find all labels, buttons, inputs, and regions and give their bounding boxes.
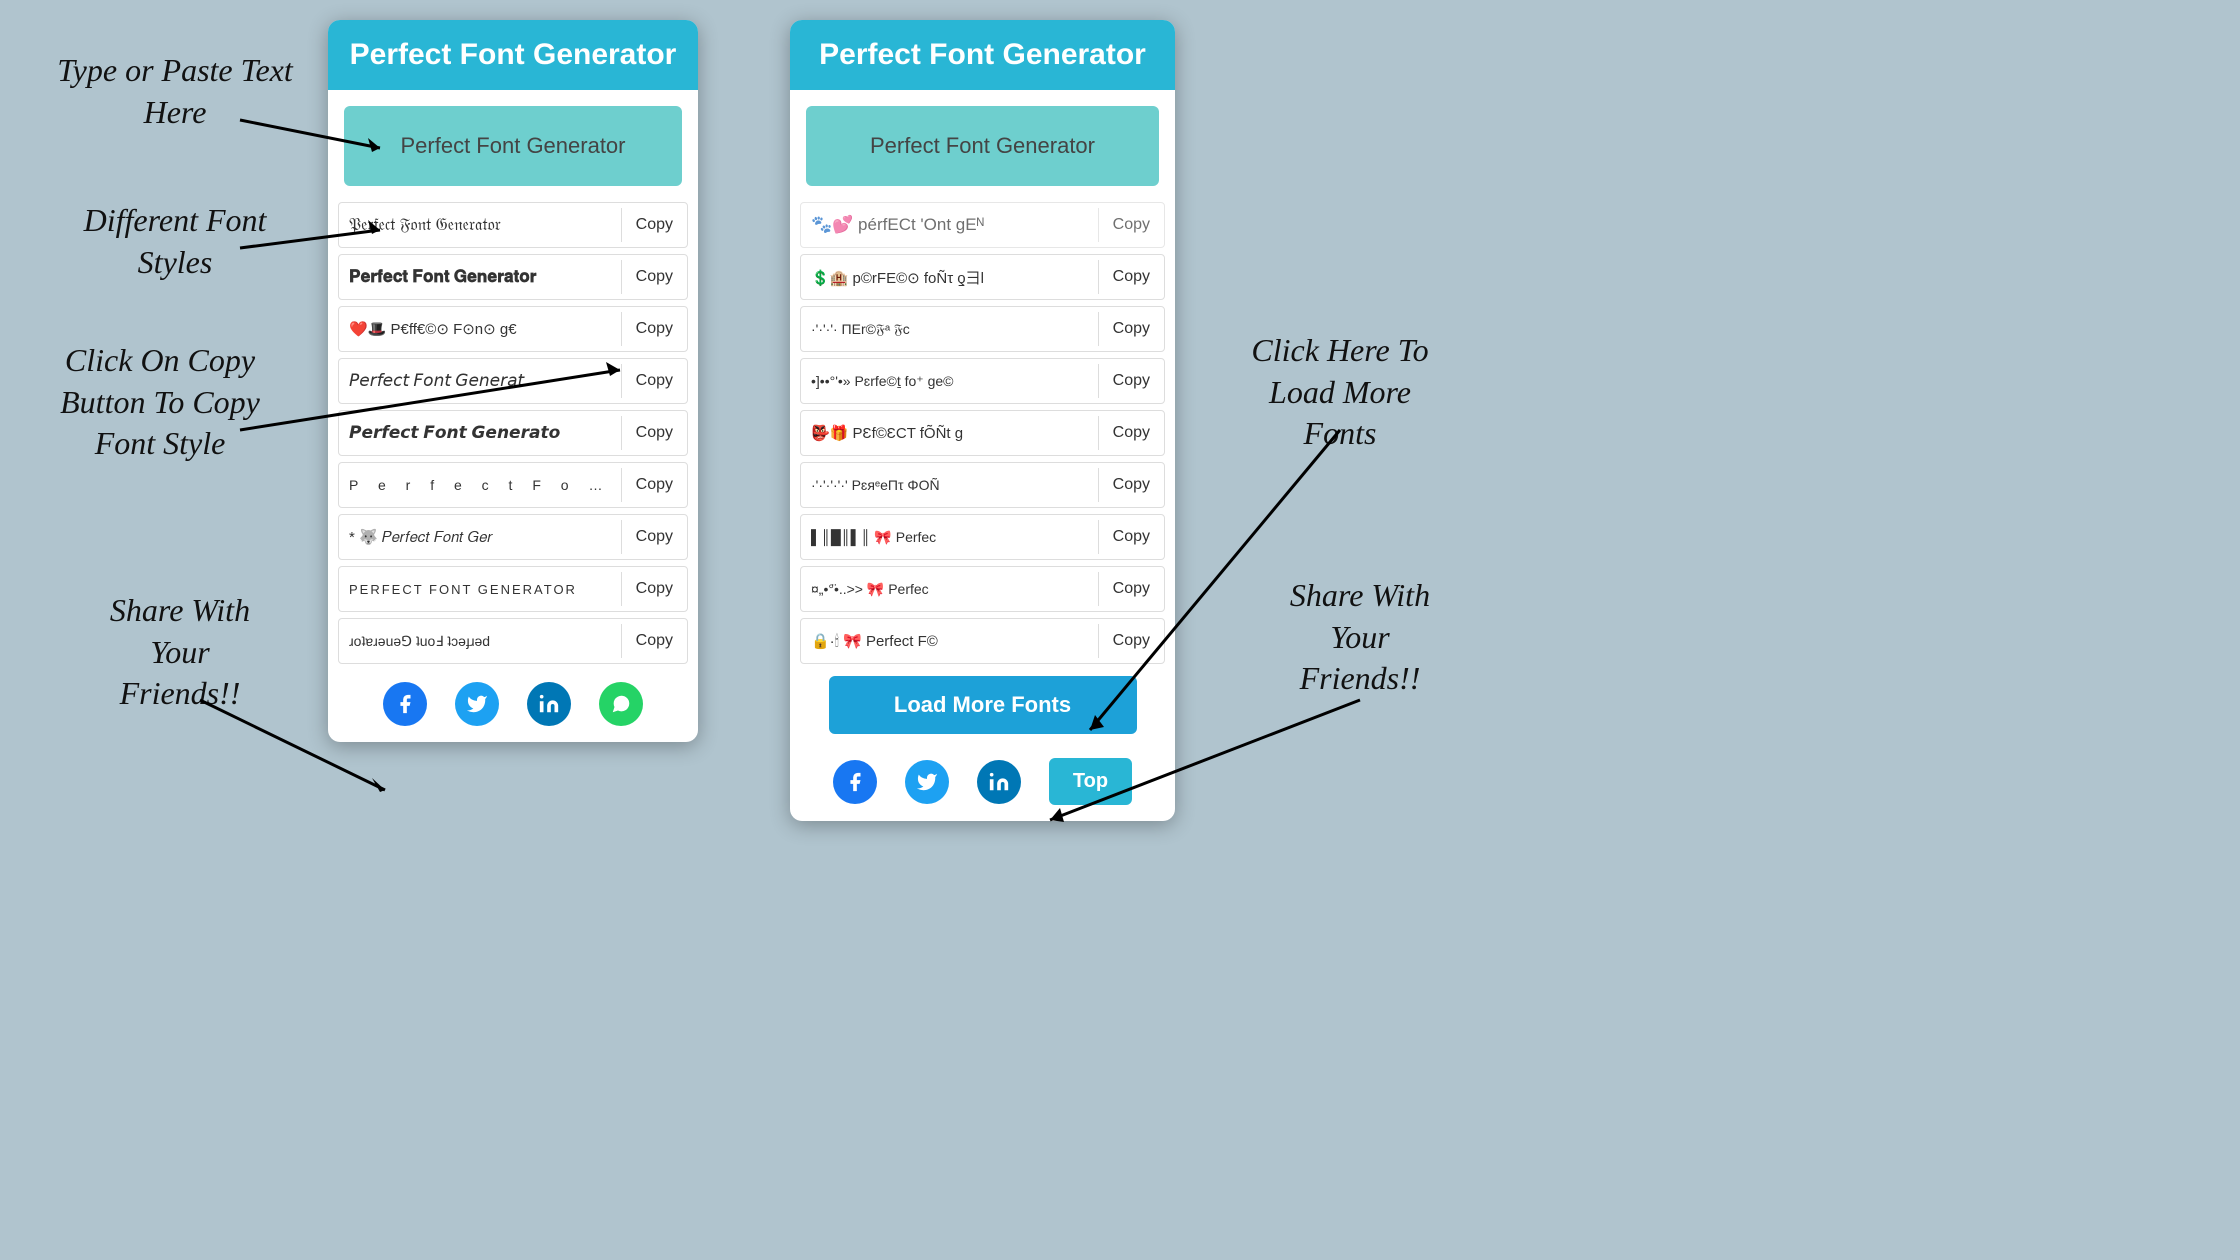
font-text-2: 𝐏𝐞𝐫𝐟𝐞𝐜𝐭 𝐅𝐨𝐧𝐭 𝐆𝐞𝐧𝐞𝐫𝐚𝐭𝐨𝐫 <box>339 259 621 295</box>
font-text-7: * 🐺 𝑃𝑒𝑟𝑓𝑒𝑐𝑡 𝐹𝑜𝑛𝑡 𝐺𝑒𝑟 <box>339 520 621 554</box>
annotation-type-paste: Type or Paste TextHere <box>40 50 310 133</box>
annotation-load-more: Click Here ToLoad MoreFonts <box>1200 330 1480 455</box>
font-text-r4: 👺🎁 PƐf©ƐCT fÕÑt g <box>801 416 1098 450</box>
font-row-r6: ▌║█║▌║ 🎀 Perfec Copy <box>800 514 1165 560</box>
input-text: Perfect Font Generator <box>401 133 626 159</box>
font-text-r8: 🔒·🕯 🎀 Perfect F© <box>801 624 1098 658</box>
annotation-share-right: Share WithYourFriends!! <box>1230 575 1490 700</box>
panel-left: Perfect Font Generator Perfect Font Gene… <box>328 20 698 742</box>
annotation-copy-button: Click On CopyButton To CopyFont Style <box>20 340 300 465</box>
copy-btn-4[interactable]: Copy <box>621 364 687 398</box>
panel-right: Perfect Font Generator Perfect Font Gene… <box>790 20 1175 821</box>
font-row-8: PERFECT FONT GENERATOR Copy <box>338 566 688 612</box>
copy-btn-5[interactable]: Copy <box>621 416 687 450</box>
font-row-4: 𝘗𝘦𝘳𝘧𝘦𝘤𝘵 𝘍𝘰𝘯𝘵 𝘎𝘦𝘯𝘦𝘳𝘢𝘵 Copy <box>338 358 688 404</box>
copy-btn-r2[interactable]: Copy <box>1098 312 1164 346</box>
font-row-r2: ·'·'·'· ΠEr©𝔉ᵃ 𝔉c Copy <box>800 306 1165 352</box>
font-text-r5: ·'·'·'·'·' PɛяᵉeΠτ ΦOÑ <box>801 469 1098 501</box>
copy-btn-3[interactable]: Copy <box>621 312 687 346</box>
font-row-3: ❤️🎩 P€ff€©⊙ F⊙n⊙ g€ Copy <box>338 306 688 352</box>
font-text-r7: ¤„•°̈•..>> 🎀 Perfec <box>801 573 1098 606</box>
font-row-r5: ·'·'·'·'·' PɛяᵉeΠτ ΦOÑ Copy <box>800 462 1165 508</box>
linkedin-icon-left[interactable] <box>527 682 571 726</box>
font-text-3: ❤️🎩 P€ff€©⊙ F⊙n⊙ g€ <box>339 312 621 346</box>
font-row-r3: •]••°'•» Pɛrfe©ṯ fo⁺ ge© Copy <box>800 358 1165 404</box>
font-text-5: 𝙋𝙚𝙧𝙛𝙚𝙘𝙩 𝙁𝙤𝙣𝙩 𝙂𝙚𝙣𝙚𝙧𝙖𝙩𝙤 <box>339 415 621 451</box>
load-more-button[interactable]: Load More Fonts <box>829 676 1137 734</box>
font-text-8: PERFECT FONT GENERATOR <box>339 574 621 605</box>
annotation-font-styles: Different FontStyles <box>40 200 310 283</box>
font-row-r7: ¤„•°̈•..>> 🎀 Perfec Copy <box>800 566 1165 612</box>
copy-btn-r7[interactable]: Copy <box>1098 572 1164 606</box>
font-row-9: ɹoʇɐɹǝuǝ⅁ ʇuoℲ ʇɔǝɟɹǝd Copy <box>338 618 688 664</box>
font-text-r6: ▌║█║▌║ 🎀 Perfec <box>801 521 1098 554</box>
facebook-icon-right[interactable] <box>833 760 877 804</box>
input-text-right: Perfect Font Generator <box>870 133 1095 159</box>
font-row-6: P e r f e c t F o n t Copy <box>338 462 688 508</box>
font-row-2: 𝐏𝐞𝐫𝐟𝐞𝐜𝐭 𝐅𝐨𝐧𝐭 𝐆𝐞𝐧𝐞𝐫𝐚𝐭𝐨𝐫 Copy <box>338 254 688 300</box>
copy-btn-r5[interactable]: Copy <box>1098 468 1164 502</box>
facebook-icon-left[interactable] <box>383 682 427 726</box>
panel-right-header: Perfect Font Generator <box>790 20 1175 90</box>
font-text-4: 𝘗𝘦𝘳𝘧𝘦𝘤𝘵 𝘍𝘰𝘯𝘵 𝘎𝘦𝘯𝘦𝘳𝘢𝘵 <box>339 363 621 399</box>
copy-btn-r0[interactable]: Copy <box>1098 208 1164 242</box>
whatsapp-icon-left[interactable] <box>599 682 643 726</box>
font-row-r1: 💲🏨 p©rFE©⊙ foÑτ ƍ彐l Copy <box>800 254 1165 300</box>
text-input-display[interactable]: Perfect Font Generator <box>344 106 682 186</box>
copy-btn-r1[interactable]: Copy <box>1098 260 1164 294</box>
font-row-r0: 🐾💕 pérfECt 'Ont gEᴺ Copy <box>800 202 1165 248</box>
copy-btn-r4[interactable]: Copy <box>1098 416 1164 450</box>
font-row-5: 𝙋𝙚𝙧𝙛𝙚𝙘𝙩 𝙁𝙤𝙣𝙩 𝙂𝙚𝙣𝙚𝙧𝙖𝙩𝙤 Copy <box>338 410 688 456</box>
copy-btn-r8[interactable]: Copy <box>1098 624 1164 658</box>
font-text-6: P e r f e c t F o n t <box>339 469 621 501</box>
font-text-9: ɹoʇɐɹǝuǝ⅁ ʇuoℲ ʇɔǝɟɹǝd <box>339 625 621 658</box>
top-button[interactable]: Top <box>1049 758 1132 805</box>
copy-btn-6[interactable]: Copy <box>621 468 687 502</box>
copy-btn-r3[interactable]: Copy <box>1098 364 1164 398</box>
panel-left-header: Perfect Font Generator <box>328 20 698 90</box>
copy-btn-7[interactable]: Copy <box>621 520 687 554</box>
linkedin-icon-right[interactable] <box>977 760 1021 804</box>
font-row-r4: 👺🎁 PƐf©ƐCT fÕÑt g Copy <box>800 410 1165 456</box>
copy-btn-9[interactable]: Copy <box>621 624 687 658</box>
font-row-7: * 🐺 𝑃𝑒𝑟𝑓𝑒𝑐𝑡 𝐹𝑜𝑛𝑡 𝐺𝑒𝑟 Copy <box>338 514 688 560</box>
twitter-icon-right[interactable] <box>905 760 949 804</box>
font-text-r0: 🐾💕 pérfECt 'Ont gEᴺ <box>801 207 1098 243</box>
font-row-r8: 🔒·🕯 🎀 Perfect F© Copy <box>800 618 1165 664</box>
annotation-share-left: Share WithYourFriends!! <box>60 590 300 715</box>
twitter-icon-left[interactable] <box>455 682 499 726</box>
text-input-display-right[interactable]: Perfect Font Generator <box>806 106 1159 186</box>
social-bar-right: Top <box>790 746 1175 821</box>
font-text-r2: ·'·'·'· ΠEr©𝔉ᵃ 𝔉c <box>801 313 1098 346</box>
social-bar-left <box>328 670 698 742</box>
font-text-r3: •]••°'•» Pɛrfe©ṯ fo⁺ ge© <box>801 365 1098 398</box>
copy-btn-8[interactable]: Copy <box>621 572 687 606</box>
font-text-1: 𝔓𝔢𝔯𝔣𝔢𝔠𝔱 𝔉𝔬𝔫𝔱 𝔊𝔢𝔫𝔢𝔯𝔞𝔱𝔬𝔯 <box>339 207 621 243</box>
copy-btn-r6[interactable]: Copy <box>1098 520 1164 554</box>
copy-btn-1[interactable]: Copy <box>621 208 687 242</box>
copy-btn-2[interactable]: Copy <box>621 260 687 294</box>
font-row-1: 𝔓𝔢𝔯𝔣𝔢𝔠𝔱 𝔉𝔬𝔫𝔱 𝔊𝔢𝔫𝔢𝔯𝔞𝔱𝔬𝔯 Copy <box>338 202 688 248</box>
font-text-r1: 💲🏨 p©rFE©⊙ foÑτ ƍ彐l <box>801 259 1098 296</box>
